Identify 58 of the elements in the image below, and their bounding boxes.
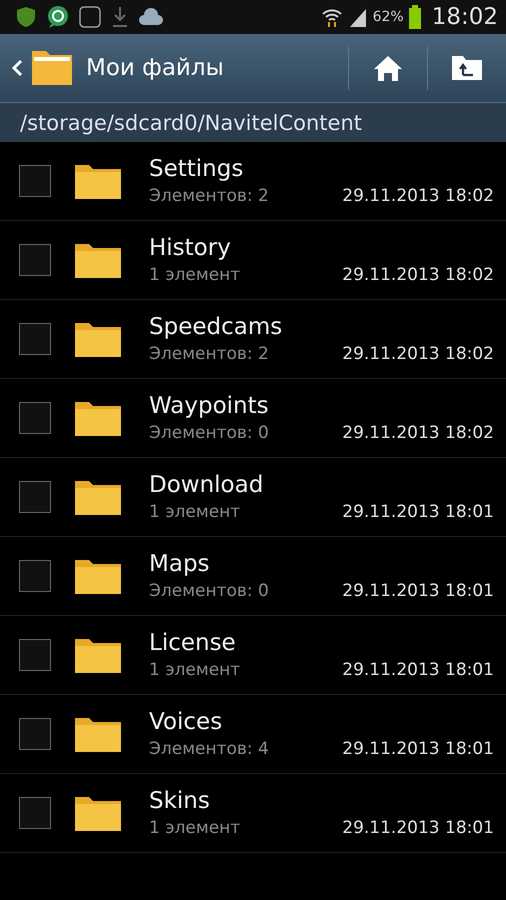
folder-name[interactable]: Maps — [149, 551, 494, 577]
folder-name[interactable]: Settings — [149, 156, 494, 182]
modified-date: 29.11.2013 18:02 — [342, 265, 494, 285]
modified-date: 29.11.2013 18:01 — [342, 818, 494, 838]
modified-date: 29.11.2013 18:01 — [342, 502, 494, 522]
folder-icon — [75, 479, 121, 515]
folder-name[interactable]: Skins — [149, 788, 494, 814]
item-count: Элементов: 4 — [149, 739, 269, 759]
item-count: Элементов: 2 — [149, 344, 269, 364]
item-count: 1 элемент — [149, 265, 240, 285]
home-icon — [372, 54, 404, 82]
folder-icon — [75, 637, 121, 673]
shield-icon — [14, 5, 38, 29]
checkbox[interactable] — [19, 165, 51, 197]
folder-name[interactable]: Waypoints — [149, 393, 494, 419]
folder-name[interactable]: Speedcams — [149, 314, 494, 340]
folder-icon — [75, 558, 121, 594]
folder-icon — [30, 49, 74, 87]
download-icon — [110, 5, 130, 29]
folder-icon — [75, 321, 121, 357]
checkbox[interactable] — [19, 481, 51, 513]
checkbox[interactable] — [19, 560, 51, 592]
modified-date: 29.11.2013 18:01 — [342, 739, 494, 759]
folder-name[interactable]: Download — [149, 472, 494, 498]
folder-up-icon — [451, 55, 483, 81]
item-count: 1 элемент — [149, 660, 240, 680]
modified-date: 29.11.2013 18:02 — [342, 423, 494, 443]
folder-name[interactable]: License — [149, 630, 494, 656]
modified-date: 29.11.2013 18:01 — [342, 581, 494, 601]
checkbox[interactable] — [19, 244, 51, 276]
checkbox[interactable] — [19, 402, 51, 434]
chevron-left-icon — [10, 58, 24, 78]
clock-time: 18:02 — [432, 4, 498, 30]
folder-name[interactable]: Voices — [149, 709, 494, 735]
item-count: Элементов: 2 — [149, 186, 269, 206]
folder-name[interactable]: History — [149, 235, 494, 261]
battery-icon — [408, 5, 421, 29]
folder-icon — [75, 242, 121, 278]
checkbox[interactable] — [19, 639, 51, 671]
modified-date: 29.11.2013 18:01 — [342, 660, 494, 680]
item-count: Элементов: 0 — [149, 581, 269, 601]
path-text: /storage/sdcard0/NavitelContent — [20, 110, 362, 134]
checkbox[interactable] — [19, 323, 51, 355]
battery-percent: 62% — [372, 9, 404, 25]
cloud-icon — [138, 7, 164, 27]
modified-date: 29.11.2013 18:02 — [342, 186, 494, 206]
modified-date: 29.11.2013 18:02 — [342, 344, 494, 364]
item-count: 1 элемент — [149, 502, 240, 522]
signal-icon — [348, 7, 368, 27]
item-count: Элементов: 0 — [149, 423, 269, 443]
app-title: Мои файлы — [86, 55, 225, 81]
folder-icon — [75, 163, 121, 199]
item-count: 1 элемент — [149, 818, 240, 838]
folder-icon — [75, 716, 121, 752]
checkbox[interactable] — [19, 718, 51, 750]
folder-icon — [75, 400, 121, 436]
checkbox[interactable] — [19, 797, 51, 829]
folder-icon — [75, 795, 121, 831]
